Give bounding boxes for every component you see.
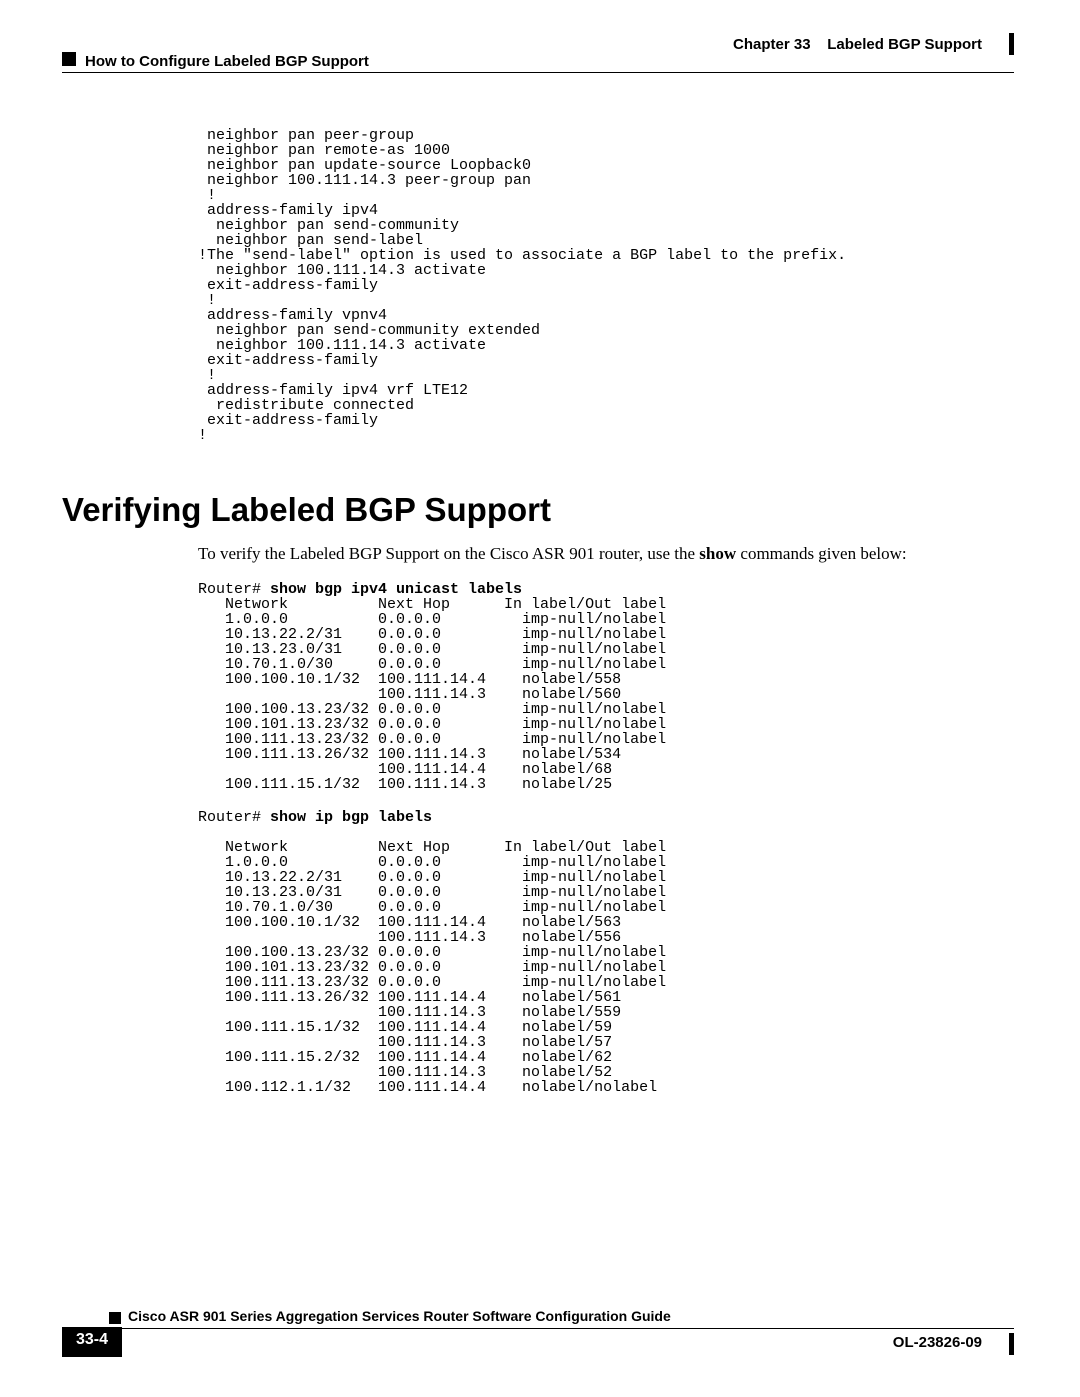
footer-doc-number: OL-23826-09 xyxy=(893,1334,982,1351)
cli1-output: Network Next Hop In label/Out label 1.0.… xyxy=(198,596,666,793)
footer-guide-title: Cisco ASR 901 Series Aggregation Service… xyxy=(128,1308,671,1324)
intro-post: commands given below: xyxy=(736,544,906,563)
footer-page-number: 33-4 xyxy=(62,1327,122,1357)
content-column: neighbor pan peer-group neighbor pan rem… xyxy=(198,128,990,1113)
header-right-bar xyxy=(1009,33,1014,55)
cli2-prompt: Router# xyxy=(198,809,270,826)
footer-square-icon xyxy=(109,1312,121,1324)
cli2-command: show ip bgp labels xyxy=(270,809,432,826)
header-left-square-icon xyxy=(62,52,76,66)
intro-paragraph: To verify the Labeled BGP Support on the… xyxy=(198,543,990,566)
header-breadcrumb: How to Configure Labeled BGP Support xyxy=(85,53,369,70)
header-rule xyxy=(62,72,1014,73)
footer-right-bar xyxy=(1009,1333,1014,1355)
cli2-output: Network Next Hop In label/Out label 1.0.… xyxy=(198,839,666,1096)
intro-pre: To verify the Labeled BGP Support on the… xyxy=(198,544,699,563)
section-heading: Verifying Labeled BGP Support xyxy=(62,491,990,529)
footer-rule xyxy=(62,1328,1014,1329)
cli-block-1: Router# show bgp ipv4 unicast labels Net… xyxy=(198,582,990,792)
chapter-title: Labeled BGP Support xyxy=(827,36,982,53)
chapter-number: Chapter 33 xyxy=(733,36,811,53)
header-chapter: Chapter 33 Labeled BGP Support xyxy=(733,36,982,53)
cli-block-2: Router# show ip bgp labels Network Next … xyxy=(198,810,990,1095)
page: Chapter 33 Labeled BGP Support How to Co… xyxy=(0,0,1080,1397)
intro-bold: show xyxy=(699,544,736,563)
config-block: neighbor pan peer-group neighbor pan rem… xyxy=(198,128,990,443)
